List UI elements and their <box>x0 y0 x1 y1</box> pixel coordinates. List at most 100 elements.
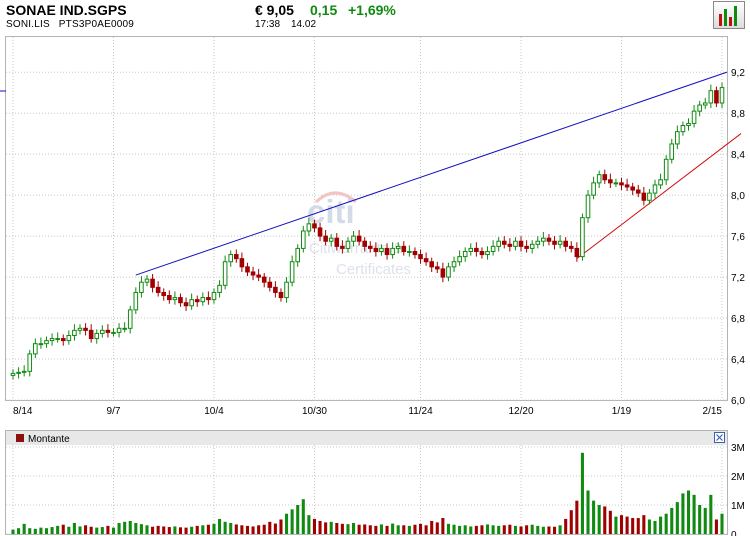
candle-body <box>608 179 613 184</box>
x-tick-label: 9/7 <box>107 406 121 417</box>
volume-bar <box>95 527 99 534</box>
volume-bar <box>552 526 557 534</box>
volume-bar <box>647 519 651 534</box>
volume-bar <box>251 526 255 534</box>
volume-bar <box>614 516 618 534</box>
volume-bar <box>519 526 523 534</box>
stock-chart: citi Citiwarrants & Certificates 9,28,88… <box>0 36 745 536</box>
candle-body <box>613 182 619 185</box>
last-price: € 9,05 <box>255 2 294 18</box>
y-tick-label: 6,0 <box>731 396 745 407</box>
volume-bar <box>508 524 512 534</box>
volume-bar <box>151 526 155 534</box>
volume-bar <box>245 525 250 534</box>
candle-body <box>518 240 524 247</box>
volume-bar <box>536 525 540 534</box>
candle-body <box>647 192 652 201</box>
candle-body <box>295 247 301 263</box>
candle-body <box>418 254 423 260</box>
candle-body <box>401 245 407 252</box>
volume-bar <box>374 525 378 534</box>
candle-body <box>680 125 686 133</box>
candle-body <box>552 240 557 245</box>
volume-bar <box>39 527 43 534</box>
volume-bar <box>368 525 372 534</box>
x-tick-label: 1/19 <box>612 406 632 417</box>
volume-bar <box>474 525 478 534</box>
volume-bar <box>128 520 132 534</box>
candle-body <box>580 217 585 258</box>
candle-body <box>635 189 641 194</box>
volume-bar <box>485 524 490 534</box>
price-change-percent: +1,69% <box>348 2 396 18</box>
candle-body <box>446 266 451 278</box>
candle-body <box>273 286 278 293</box>
candle-body <box>468 247 474 252</box>
candle-body <box>412 250 418 256</box>
y-tick-label: 9,2 <box>731 68 745 79</box>
volume-tick-label: 2M <box>731 472 745 483</box>
candle-body <box>529 243 535 249</box>
candle-body <box>206 297 211 301</box>
y-tick-label: 8,8 <box>731 109 745 120</box>
volume-bar <box>335 522 339 534</box>
candle-body <box>49 338 55 342</box>
volume-bar <box>268 521 272 534</box>
candle-body <box>127 309 133 329</box>
volume-bar <box>318 520 322 534</box>
candle-body <box>641 192 647 201</box>
volume-bar <box>352 522 356 534</box>
volume-plot-frame <box>5 430 728 535</box>
x-tick-label: 12/20 <box>509 406 534 417</box>
candle-body <box>691 110 697 124</box>
volume-bar <box>111 527 116 534</box>
candle-body <box>222 261 228 286</box>
candle-body <box>83 327 88 331</box>
chart-type-button[interactable] <box>713 1 745 29</box>
candle-body <box>33 343 38 355</box>
volume-bar <box>134 522 138 534</box>
volume-bar <box>240 525 244 534</box>
candle-body <box>323 235 328 242</box>
y-tick-label: 6,4 <box>731 355 745 366</box>
candle-body <box>234 254 239 260</box>
x-tick-label: 2/15 <box>703 406 723 417</box>
candle-body <box>356 235 362 242</box>
volume-bar <box>201 525 205 534</box>
candle-body <box>161 291 167 297</box>
candle-body <box>407 250 412 253</box>
volume-bar <box>458 525 462 534</box>
volume-bar <box>61 524 65 534</box>
candle-body <box>624 184 630 188</box>
volume-bar <box>558 525 562 534</box>
candle-body <box>44 340 49 345</box>
candle-body <box>189 299 194 307</box>
volume-bar <box>17 528 21 534</box>
volume-bar <box>56 525 60 534</box>
volume-bar <box>218 518 222 534</box>
volume-bar <box>653 520 657 534</box>
candle-body <box>457 256 462 263</box>
volume-bar <box>234 524 238 534</box>
candle-body <box>702 102 708 106</box>
candle-body <box>228 254 234 263</box>
candle-body <box>340 245 345 249</box>
candle-body <box>462 250 468 258</box>
ticker-code: SONI.LIS <box>6 19 50 30</box>
volume-bar <box>631 518 635 534</box>
volume-bar <box>296 505 300 534</box>
volume-bar <box>346 524 350 534</box>
y-tick-label: 7,2 <box>731 273 745 284</box>
volume-bar <box>385 525 389 534</box>
candle-body <box>10 372 16 376</box>
candle-body <box>183 302 189 307</box>
volume-bar <box>452 524 456 534</box>
y-tick-label: 6,8 <box>731 314 745 325</box>
candle-body <box>596 174 602 184</box>
volume-bar <box>290 509 294 534</box>
date-x-axis: 8/14 9/7 10/4 10/30 11/24 12/20 1/19 2/15 <box>13 406 722 417</box>
close-panel-button[interactable] <box>714 432 725 443</box>
volume-bar <box>664 513 668 534</box>
candle-body <box>38 343 44 346</box>
volume-bar <box>709 494 713 534</box>
